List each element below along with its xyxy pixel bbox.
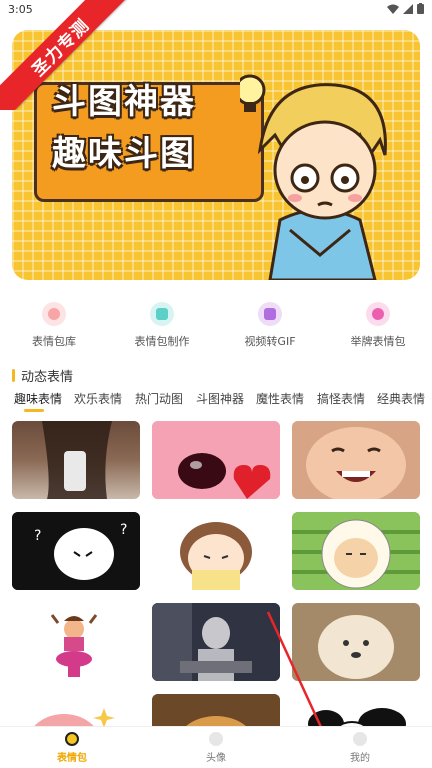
sticker-tile[interactable] xyxy=(292,512,420,590)
sticker-laughing-kid-image xyxy=(292,421,420,499)
sticker-tile[interactable] xyxy=(152,421,280,499)
nav-item-stickers[interactable]: 表情包 xyxy=(0,727,144,768)
category-shortcuts: 表情包库 表情包制作 视频转GIF 举牌表情包 xyxy=(0,302,432,354)
sign-sticker-icon xyxy=(366,302,390,326)
svg-text:?: ? xyxy=(120,522,127,538)
sticker-cartoon-girl-image xyxy=(152,512,280,590)
video-to-gif-icon xyxy=(258,302,282,326)
sticker-library-icon xyxy=(42,302,66,326)
nav-item-avatar[interactable]: 头像 xyxy=(144,727,288,768)
tab-hot-gif[interactable]: 热门动图 xyxy=(135,390,183,407)
nav-label-stickers: 表情包 xyxy=(57,752,87,764)
section-title: 动态表情 xyxy=(21,370,74,385)
tab-fun[interactable]: 趣味表情 xyxy=(14,390,62,407)
section-accent-bar xyxy=(12,369,15,382)
sticker-toilet-emoji-image xyxy=(12,603,140,681)
sticker-tile[interactable] xyxy=(292,421,420,499)
sticker-hair-dryer-image xyxy=(42,421,112,499)
category-sticker-library[interactable]: 表情包库 xyxy=(0,302,108,354)
sticker-maker-icon xyxy=(150,302,174,326)
nav-label-profile: 我的 xyxy=(350,752,370,764)
tab-magic[interactable]: 魔性表情 xyxy=(256,390,304,407)
status-icons xyxy=(387,3,424,14)
sticker-tile[interactable]: ? ? xyxy=(12,512,140,590)
nav-label-avatar: 头像 xyxy=(206,752,226,764)
sticker-tile[interactable] xyxy=(152,603,280,681)
lightbulb-icon xyxy=(240,74,266,112)
tab-bar: 趣味表情 欢乐表情 热门动图 斗图神器 魔性表情 搞怪表情 经典表情 xyxy=(0,390,432,414)
sticker-tile[interactable] xyxy=(12,421,140,499)
avatar-icon xyxy=(209,731,223,746)
battery-icon xyxy=(417,3,424,14)
sticker-tile[interactable] xyxy=(152,512,280,590)
cartoon-character-illustration xyxy=(240,74,387,280)
profile-icon xyxy=(353,731,367,746)
tab-funny[interactable]: 搞怪表情 xyxy=(317,390,365,407)
ribbon-text: 圣力专测 xyxy=(0,0,137,110)
banner-title-line2: 趣味斗图 xyxy=(52,134,196,174)
category-label: 举牌表情包 xyxy=(350,335,406,348)
sticker-pink-face-image xyxy=(152,421,280,499)
tab-battle[interactable]: 斗图神器 xyxy=(196,390,244,407)
sticker-confused-bear-image: ? ? xyxy=(12,512,140,590)
sticker-sheep-image xyxy=(292,512,420,590)
category-label: 表情包库 xyxy=(32,335,76,348)
emoji-icon xyxy=(65,731,79,746)
bottom-navigation: 表情包 头像 我的 xyxy=(0,726,432,768)
wifi-icon xyxy=(387,4,399,14)
nav-item-profile[interactable]: 我的 xyxy=(288,727,432,768)
signal-icon xyxy=(403,3,413,14)
category-sign-sticker[interactable]: 举牌表情包 xyxy=(324,302,432,354)
test-ribbon: 圣力专测 xyxy=(0,0,140,110)
svg-text:?: ? xyxy=(34,528,41,544)
sticker-tile[interactable] xyxy=(292,603,420,681)
sticker-ultraman-image xyxy=(152,603,280,681)
tab-classic[interactable]: 经典表情 xyxy=(377,390,425,407)
category-sticker-maker[interactable]: 表情包制作 xyxy=(108,302,216,354)
sticker-puppy-image xyxy=(292,603,420,681)
sticker-tile[interactable] xyxy=(12,603,140,681)
category-label: 视频转GIF xyxy=(244,335,296,348)
section-header: 动态表情 xyxy=(12,366,73,385)
active-tab-indicator xyxy=(24,409,44,412)
tab-happy[interactable]: 欢乐表情 xyxy=(74,390,122,407)
category-label: 表情包制作 xyxy=(134,335,190,348)
category-video-to-gif[interactable]: 视频转GIF xyxy=(216,302,324,354)
